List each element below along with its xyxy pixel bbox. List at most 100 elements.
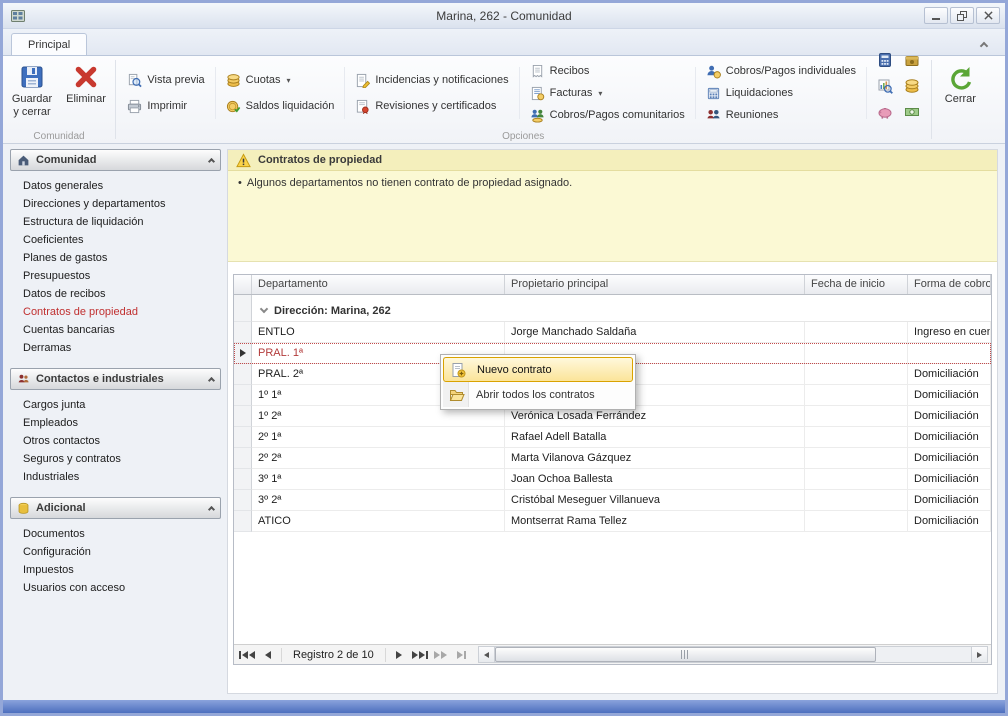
sidebar-item-datos-recibos[interactable]: Datos de recibos	[10, 285, 221, 303]
next-record-button[interactable]	[389, 647, 409, 663]
cuotas-button[interactable]: Cuotas ▾	[222, 71, 339, 90]
search-chart-icon[interactable]	[873, 75, 896, 98]
cell-fecha[interactable]	[805, 469, 908, 490]
scrollbar-track[interactable]	[495, 647, 971, 662]
table-row[interactable]: ATICO Montserrat Rama Tellez Domiciliaci…	[234, 511, 991, 532]
cell-propietario[interactable]: Rafael Adell Batalla	[505, 427, 805, 448]
cell-propietario[interactable]: Joan Ochoa Ballesta	[505, 469, 805, 490]
scroll-right-button[interactable]	[971, 647, 987, 662]
cell-forma[interactable]: Ingreso en cuenta	[908, 322, 991, 343]
table-row[interactable]: 2º 1ª Rafael Adell Batalla Domiciliación	[234, 427, 991, 448]
reuniones-button[interactable]: Reuniones	[702, 106, 860, 125]
sidebar-item-configuracion[interactable]: Configuración	[10, 543, 221, 561]
column-header-forma[interactable]: Forma de cobro	[908, 275, 991, 294]
next-page-button[interactable]	[431, 647, 451, 663]
cell-forma[interactable]: Domiciliación	[908, 511, 991, 532]
sidebar-header-comunidad[interactable]: Comunidad	[10, 149, 221, 171]
delete-button[interactable]: Eliminar	[59, 59, 113, 127]
minimize-button[interactable]	[924, 7, 948, 24]
sidebar-item-empleados[interactable]: Empleados	[10, 414, 221, 432]
sidebar-item-planes-gastos[interactable]: Planes de gastos	[10, 249, 221, 267]
column-header-propietario[interactable]: Propietario principal	[505, 275, 805, 294]
column-header-departamento[interactable]: Departamento	[252, 275, 505, 294]
menu-item-nuevo-contrato[interactable]: Nuevo contrato	[443, 357, 633, 382]
money-icon[interactable]	[900, 101, 923, 124]
cell-fecha[interactable]	[805, 490, 908, 511]
save-close-button[interactable]: Guardar y cerrar	[5, 59, 59, 127]
sidebar-item-impuestos[interactable]: Impuestos	[10, 561, 221, 579]
cell-propietario[interactable]: Cristóbal Meseguer Villanueva	[505, 490, 805, 511]
cell-departamento[interactable]: ATICO	[252, 511, 505, 532]
sidebar-item-coeficientes[interactable]: Coeficientes	[10, 231, 221, 249]
sidebar-item-derramas[interactable]: Derramas	[10, 339, 221, 357]
table-row[interactable]: 2º 2ª Marta Vilanova Gázquez Domiciliaci…	[234, 448, 991, 469]
cobros-comunitarios-button[interactable]: Cobros/Pagos comunitarios	[526, 106, 689, 125]
cell-forma[interactable]: Domiciliación	[908, 448, 991, 469]
cell-fecha[interactable]	[805, 448, 908, 469]
column-header-fecha[interactable]: Fecha de inicio	[805, 275, 908, 294]
calculator-icon[interactable]	[873, 49, 896, 72]
incidencias-button[interactable]: Incidencias y notificaciones	[351, 71, 512, 90]
table-row[interactable]: 3º 1ª Joan Ochoa Ballesta Domiciliación	[234, 469, 991, 490]
sidebar-item-cuentas-bancarias[interactable]: Cuentas bancarias	[10, 321, 221, 339]
cell-fecha[interactable]	[805, 364, 908, 385]
last-page-button[interactable]	[452, 647, 472, 663]
cell-propietario[interactable]: Marta Vilanova Gázquez	[505, 448, 805, 469]
cell-fecha[interactable]	[805, 511, 908, 532]
cerrar-button[interactable]: Cerrar	[933, 59, 987, 106]
cell-departamento[interactable]: 2º 2ª	[252, 448, 505, 469]
scroll-left-button[interactable]	[479, 647, 495, 662]
sidebar-item-datos-generales[interactable]: Datos generales	[10, 177, 221, 195]
cell-forma[interactable]: Domiciliación	[908, 385, 991, 406]
scrollbar-thumb[interactable]	[495, 647, 876, 662]
table-row[interactable]: 3º 2ª Cristóbal Meseguer Villanueva Domi…	[234, 490, 991, 511]
cell-forma[interactable]: Domiciliación	[908, 427, 991, 448]
sidebar-header-contactos[interactable]: Contactos e industriales	[10, 368, 221, 390]
sidebar-item-presupuestos[interactable]: Presupuestos	[10, 267, 221, 285]
menu-item-abrir-contratos[interactable]: Abrir todos los contratos	[443, 382, 633, 407]
sidebar-item-documentos[interactable]: Documentos	[10, 525, 221, 543]
piggy-bank-icon[interactable]	[873, 101, 896, 124]
sidebar-item-otros-contactos[interactable]: Otros contactos	[10, 432, 221, 450]
cell-propietario[interactable]: Montserrat Rama Tellez	[505, 511, 805, 532]
cell-propietario[interactable]: Jorge Manchado Saldaña	[505, 322, 805, 343]
sidebar-item-direcciones[interactable]: Direcciones y departamentos	[10, 195, 221, 213]
cell-fecha[interactable]	[805, 406, 908, 427]
cell-fecha[interactable]	[805, 322, 908, 343]
strongbox-icon[interactable]	[900, 49, 923, 72]
sidebar-header-adicional[interactable]: Adicional	[10, 497, 221, 519]
revisiones-button[interactable]: Revisiones y certificados	[351, 97, 512, 116]
group-row[interactable]: Dirección: Marina, 262	[234, 295, 991, 322]
cell-departamento[interactable]: 3º 1ª	[252, 469, 505, 490]
sidebar-item-usuarios-acceso[interactable]: Usuarios con acceso	[10, 579, 221, 597]
sidebar-item-seguros-contratos[interactable]: Seguros y contratos	[10, 450, 221, 468]
cell-fecha[interactable]	[805, 385, 908, 406]
last-record-button[interactable]	[410, 647, 430, 663]
tab-principal[interactable]: Principal	[11, 33, 87, 55]
saldos-liquidacion-button[interactable]: Saldos liquidación	[222, 97, 339, 116]
sidebar-item-contratos-propiedad[interactable]: Contratos de propiedad	[10, 303, 221, 321]
cobros-individuales-button[interactable]: Cobros/Pagos individuales	[702, 62, 860, 81]
previous-record-button[interactable]	[258, 647, 278, 663]
sidebar-item-estructura-liquidacion[interactable]: Estructura de liquidación	[10, 213, 221, 231]
cell-forma[interactable]: Domiciliación	[908, 364, 991, 385]
coins-icon[interactable]	[900, 75, 923, 98]
sidebar-item-industriales[interactable]: Industriales	[10, 468, 221, 486]
cell-forma[interactable]: Domiciliación	[908, 406, 991, 427]
table-row[interactable]: ENTLO Jorge Manchado Saldaña Ingreso en …	[234, 322, 991, 343]
cell-forma[interactable]	[908, 343, 991, 364]
liquidaciones-button[interactable]: Liquidaciones	[702, 84, 860, 103]
horizontal-scrollbar[interactable]	[478, 646, 988, 663]
cell-fecha[interactable]	[805, 427, 908, 448]
sidebar-item-cargos-junta[interactable]: Cargos junta	[10, 396, 221, 414]
imprimir-button[interactable]: Imprimir	[123, 97, 208, 116]
cell-departamento[interactable]: 3º 2ª	[252, 490, 505, 511]
facturas-button[interactable]: Facturas ▾	[526, 84, 689, 103]
cell-departamento[interactable]: ENTLO	[252, 322, 505, 343]
vista-previa-button[interactable]: Vista previa	[123, 71, 208, 90]
recibos-button[interactable]: Recibos	[526, 62, 689, 81]
cell-forma[interactable]: Domiciliación	[908, 469, 991, 490]
ribbon-collapse-button[interactable]	[975, 37, 993, 51]
first-record-button[interactable]	[237, 647, 257, 663]
maximize-button[interactable]	[950, 7, 974, 24]
